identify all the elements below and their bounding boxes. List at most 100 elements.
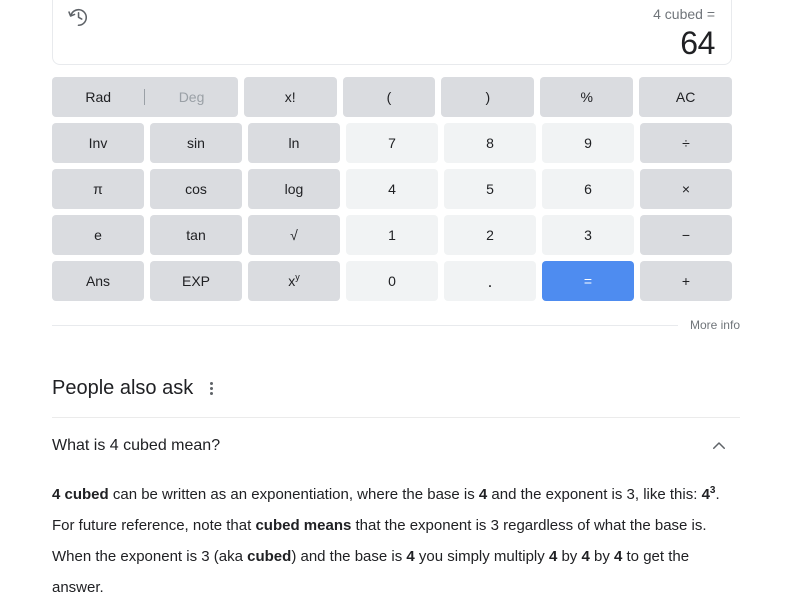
- answer-bold-text: 4: [581, 548, 590, 565]
- calculator-display: 4 cubed = 64: [52, 0, 732, 65]
- calculator-expression: 4 cubed =: [653, 6, 715, 22]
- more-info-link[interactable]: More info: [690, 318, 740, 332]
- overflow-menu-icon[interactable]: [203, 379, 219, 397]
- key-label: %: [580, 89, 593, 105]
- key-digit-8[interactable]: 8: [444, 123, 536, 163]
- key-label: cos: [185, 181, 207, 197]
- key-label: ln: [288, 135, 300, 151]
- key-label: 6: [584, 181, 592, 197]
- paa-question-text: What is 4 cubed mean?: [52, 437, 221, 454]
- key-percent[interactable]: %: [540, 77, 634, 117]
- key-label: Ans: [85, 273, 111, 289]
- key-label: .: [487, 271, 493, 291]
- key-label: 1: [388, 227, 396, 243]
- key-label: 5: [486, 181, 494, 197]
- calculator-readout: 4 cubed = 64: [653, 5, 715, 61]
- answer-text: ) and the base is: [291, 548, 407, 565]
- key-multiply[interactable]: ×: [640, 169, 732, 209]
- paa-question-row[interactable]: What is 4 cubed mean?: [52, 418, 740, 465]
- key-minus[interactable]: −: [640, 215, 732, 255]
- key-tangent[interactable]: tan: [150, 215, 242, 255]
- key-label: Inv: [88, 135, 108, 151]
- paa-answer-text: 4 cubed can be written as an exponentiat…: [52, 465, 742, 603]
- answer-bold-text: 4 cubed: [52, 486, 109, 503]
- key-label: 4: [388, 181, 396, 197]
- answer-bold-text: 4: [406, 548, 415, 565]
- key-inverse[interactable]: Inv: [52, 123, 144, 163]
- calculator-result: 64: [680, 25, 715, 61]
- key-answer[interactable]: Ans: [52, 261, 144, 301]
- key-divide[interactable]: ÷: [640, 123, 732, 163]
- key-label: 9: [584, 135, 592, 151]
- key-label: 0: [388, 273, 396, 289]
- key-digit-4[interactable]: 4: [346, 169, 438, 209]
- history-icon[interactable]: [67, 6, 89, 28]
- answer-text: by: [557, 548, 582, 565]
- chevron-up-icon[interactable]: [710, 437, 728, 455]
- key-digit-3[interactable]: 3: [542, 215, 634, 255]
- key-log[interactable]: log: [248, 169, 340, 209]
- answer-bold-text: cubed: [247, 548, 292, 565]
- key-label: +: [681, 273, 691, 289]
- menu-dot: [209, 391, 213, 395]
- key-label: tan: [186, 227, 206, 243]
- key-rad-deg-toggle[interactable]: Rad Deg: [52, 77, 238, 117]
- keypad-row: Inv sin ln 7 8 9 ÷: [52, 123, 732, 163]
- key-square-root[interactable]: √: [248, 215, 340, 255]
- key-label: (: [386, 89, 392, 105]
- key-eulers-number[interactable]: e: [52, 215, 144, 255]
- key-sine[interactable]: sin: [150, 123, 242, 163]
- key-all-clear[interactable]: AC: [639, 77, 733, 117]
- toggle-option-deg[interactable]: Deg: [145, 77, 237, 117]
- key-label: π: [93, 181, 103, 197]
- answer-text: can be written as an exponentiation, whe…: [108, 486, 479, 503]
- answer-text: by: [589, 548, 614, 565]
- key-label: sin: [187, 135, 205, 151]
- answer-bold-text: 4: [701, 486, 710, 503]
- key-natural-log[interactable]: ln: [248, 123, 340, 163]
- key-digit-0[interactable]: 0: [346, 261, 438, 301]
- key-digit-2[interactable]: 2: [444, 215, 536, 255]
- menu-dot: [209, 381, 213, 385]
- key-digit-6[interactable]: 6: [542, 169, 634, 209]
- key-digit-1[interactable]: 1: [346, 215, 438, 255]
- key-label: −: [681, 227, 691, 243]
- key-label: 8: [486, 135, 494, 151]
- key-equals[interactable]: =: [542, 261, 634, 301]
- key-factorial[interactable]: x!: [243, 77, 337, 117]
- keypad-row: Ans EXP x y 0. = +: [52, 261, 732, 301]
- key-pi[interactable]: π: [52, 169, 144, 209]
- toggle-option-rad[interactable]: Rad: [52, 77, 144, 117]
- key-digit-5[interactable]: 5: [444, 169, 536, 209]
- key-digit-9[interactable]: 9: [542, 123, 634, 163]
- key-plus[interactable]: +: [640, 261, 732, 301]
- key-decimal-point[interactable]: .: [444, 261, 536, 301]
- answer-bold-text: cubed means: [255, 517, 352, 534]
- key-label: AC: [675, 89, 696, 105]
- answer-text: you simply multiply: [414, 548, 549, 565]
- key-label: x!: [284, 89, 296, 105]
- key-label: ×: [681, 181, 691, 197]
- people-also-ask-section: People also ask What is 4 cubed mean? 4 …: [52, 374, 740, 603]
- power-base: x: [288, 273, 296, 289]
- key-label: log: [284, 181, 304, 197]
- key-exponent[interactable]: EXP: [150, 261, 242, 301]
- key-digit-7[interactable]: 7: [346, 123, 438, 163]
- toggle-inner: Rad Deg: [52, 77, 238, 117]
- key-cosine[interactable]: cos: [150, 169, 242, 209]
- key-label: ÷: [682, 135, 690, 151]
- key-label: EXP: [181, 273, 210, 289]
- key-label: 3: [584, 227, 592, 243]
- keypad-row: π cos log 4 5 6 ×: [52, 169, 732, 209]
- keypad-row: Rad Deg x! ()% AC: [52, 77, 733, 117]
- more-info-row: More info: [52, 318, 740, 332]
- key-label: =: [583, 273, 593, 289]
- people-also-ask-header: People also ask: [52, 374, 740, 402]
- calculator-widget: 4 cubed = 64 Rad Deg x!()% AC Inv sin ln 7 8 9 ÷ π c…: [52, 0, 733, 301]
- key-close-paren[interactable]: ): [441, 77, 535, 117]
- answer-text: and the exponent is 3, like this:: [487, 486, 702, 503]
- key-label: 2: [486, 227, 494, 243]
- key-power[interactable]: xy: [248, 261, 340, 301]
- key-label: ): [485, 89, 491, 105]
- key-open-paren[interactable]: (: [342, 77, 436, 117]
